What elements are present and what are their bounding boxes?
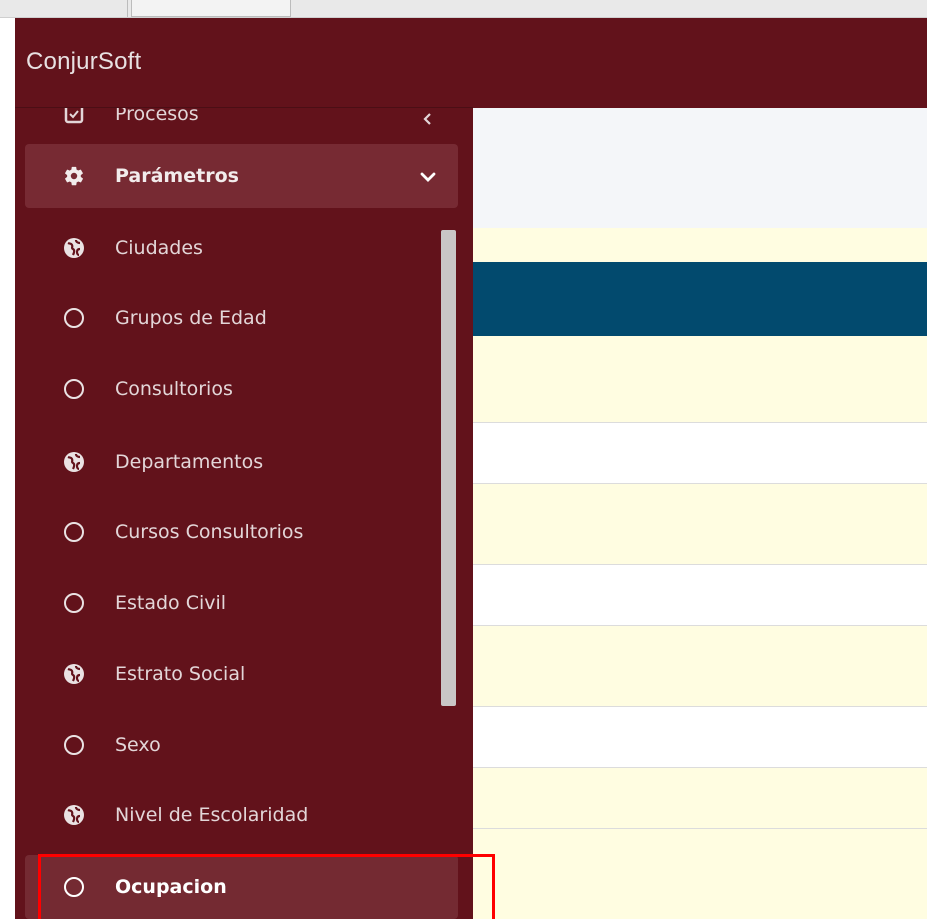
gear-icon (63, 165, 85, 187)
globe-icon (63, 663, 85, 685)
circle-icon (63, 734, 85, 756)
sidebar-item-estado-civil[interactable]: Estado Civil (25, 571, 458, 635)
chevron-left-icon (422, 108, 434, 125)
browser-tab-strip (0, 0, 927, 18)
top-navbar (473, 18, 927, 108)
globe-icon (63, 804, 85, 826)
circle-icon (63, 592, 85, 614)
sidebar-item-consultorios[interactable]: Consultorios (25, 357, 458, 421)
table-row[interactable] (473, 336, 927, 422)
sidebar-item-cursos-consultorios[interactable]: Cursos Consultorios (25, 500, 458, 564)
globe-icon (63, 451, 85, 473)
content-breadcrumb-area (473, 108, 927, 228)
globe-icon (63, 237, 85, 259)
sidebar-scrollbar-thumb[interactable] (441, 230, 456, 706)
sidebar-item-label: Grupos de Edad (115, 307, 267, 329)
table-row[interactable] (473, 564, 927, 626)
brand-name: ConjurSoft (26, 48, 142, 75)
brand-header[interactable]: ConjurSoft (15, 18, 473, 108)
table-row[interactable] (473, 706, 927, 768)
sidebar-item-parametros[interactable]: Parámetros (25, 144, 458, 208)
sidebar-item-label: Cursos Consultorios (115, 521, 304, 543)
sidebar-item-nivel-de-escolaridad[interactable]: Nivel de Escolaridad (25, 783, 458, 847)
sidebar: Procesos Parámetros Ciudades Grupos de E (15, 18, 473, 919)
sidebar-item-sexo[interactable]: Sexo (25, 713, 458, 777)
sidebar-item-estrato-social[interactable]: Estrato Social (25, 642, 458, 706)
sidebar-item-label: Departamentos (115, 451, 264, 473)
sidebar-item-label: Sexo (115, 734, 161, 756)
sidebar-menu: Procesos Parámetros Ciudades Grupos de E (15, 18, 473, 919)
sidebar-item-ciudades[interactable]: Ciudades (25, 216, 458, 280)
sidebar-item-label: Estrato Social (115, 663, 246, 685)
left-gutter (0, 18, 15, 919)
sidebar-item-ocupacion[interactable]: Ocupacion (25, 855, 458, 919)
table-row[interactable] (473, 422, 927, 484)
content-card-top (473, 228, 927, 262)
table-row[interactable] (473, 484, 927, 564)
sidebar-item-departamentos[interactable]: Departamentos (25, 430, 458, 494)
browser-tab-divider (118, 0, 128, 17)
circle-icon (63, 307, 85, 329)
circle-icon (63, 378, 85, 400)
browser-tab[interactable] (131, 0, 291, 17)
sidebar-item-label: Ocupacion (115, 876, 227, 898)
table-row[interactable] (473, 828, 927, 919)
table-row[interactable] (473, 768, 927, 828)
sidebar-item-grupos-de-edad[interactable]: Grupos de Edad (25, 286, 458, 350)
sidebar-item-label: Parámetros (115, 165, 239, 187)
chevron-down-icon (420, 168, 436, 184)
sidebar-scrollbar-track[interactable] (455, 246, 473, 919)
sidebar-item-label: Ciudades (115, 237, 203, 259)
sidebar-item-label: Nivel de Escolaridad (115, 804, 309, 826)
sidebar-item-label: Estado Civil (115, 592, 227, 614)
main-content (473, 108, 927, 919)
table-row[interactable] (473, 626, 927, 706)
circle-icon (63, 521, 85, 543)
circle-icon (63, 876, 85, 898)
table-header (473, 262, 927, 336)
sidebar-item-label: Consultorios (115, 378, 233, 400)
